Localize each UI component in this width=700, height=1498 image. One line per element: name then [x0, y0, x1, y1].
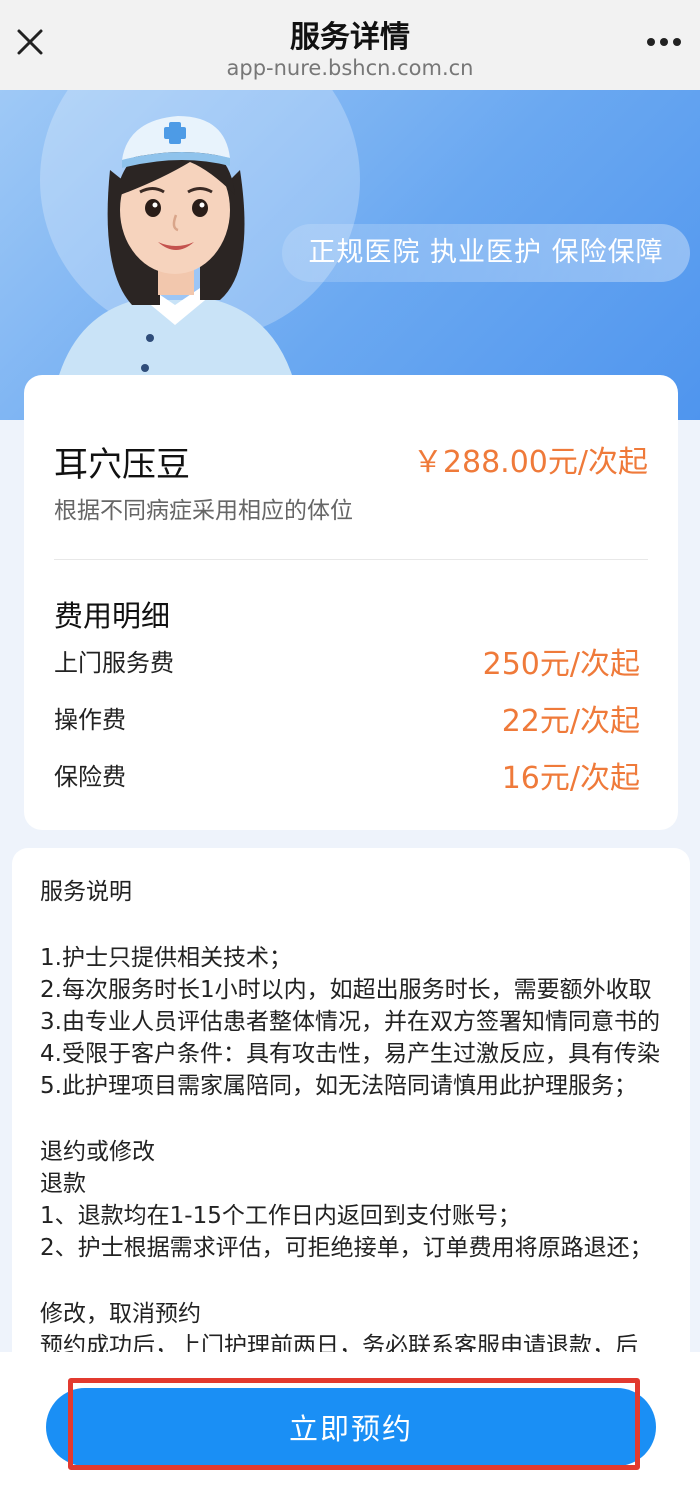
- refund-item: 1、退款均在1-15个工作日内返回到支付账号；: [40, 1203, 521, 1229]
- service-price-card: 耳穴压豆 ￥288.00元/次起 根据不同病症采用相应的体位 费用明细 上门服务…: [24, 375, 678, 830]
- notes-item: 5.此护理项目需家属陪同，如无法陪同请慎用此护理服务；: [40, 1073, 637, 1099]
- notes-item: 4.受限于客户条件：具有攻击性，易产生过激反应，具有传染: [40, 1041, 660, 1067]
- fee-value: 22元/次起: [501, 704, 640, 739]
- notes-item: 1.护士只提供相关技术；: [40, 945, 292, 971]
- notes-heading: 服务说明: [40, 879, 132, 905]
- fee-details-title: 费用明细: [54, 599, 171, 633]
- refund-item: 2、护士根据需求评估，可拒绝接单，订单费用将原路退还；: [40, 1235, 653, 1261]
- hero-banner: 正规医院 执业医护 保险保障: [0, 90, 700, 420]
- fee-label: 保险费: [54, 763, 126, 791]
- notes-item: 2.每次服务时长1小时以内，如超出服务时长，需要额外收取: [40, 977, 652, 1003]
- service-description: 根据不同病症采用相应的体位: [54, 498, 353, 524]
- fee-value: 16元/次起: [501, 761, 640, 796]
- highlight-box: [68, 1378, 640, 1470]
- service-name: 耳穴压豆: [54, 445, 190, 485]
- service-notes-panel: 服务说明 1.护士只提供相关技术； 2.每次服务时长1小时以内，如超出服务时长，…: [12, 848, 690, 1388]
- fee-label: 操作费: [54, 706, 126, 734]
- refund-heading: 退约或修改: [40, 1139, 155, 1165]
- fee-row-operation: 操作费 22元/次起: [54, 696, 640, 739]
- top-navigation-bar: 服务详情 app-nure.bshcn.com.cn: [0, 0, 700, 90]
- fee-row-insurance: 保险费 16元/次起: [54, 753, 640, 796]
- fee-value: 250元/次起: [482, 647, 640, 682]
- more-dots-icon[interactable]: [642, 22, 686, 62]
- nurse-avatar: [50, 116, 302, 420]
- fee-row-visit: 上门服务费 250元/次起: [54, 639, 640, 682]
- refund-subheading: 退款: [40, 1171, 86, 1197]
- modify-heading: 修改，取消预约: [40, 1301, 201, 1327]
- notes-item: 3.由专业人员评估患者整体情况，并在双方签署知情同意书的: [40, 1009, 660, 1035]
- page-url: app-nure.bshcn.com.cn: [226, 56, 474, 80]
- fee-label: 上门服务费: [54, 649, 174, 677]
- service-price: ￥288.00元/次起: [412, 445, 648, 480]
- page-title: 服务详情: [290, 20, 410, 55]
- divider: [54, 559, 648, 560]
- hero-slogan: 正规医院 执业医护 保险保障: [282, 224, 690, 282]
